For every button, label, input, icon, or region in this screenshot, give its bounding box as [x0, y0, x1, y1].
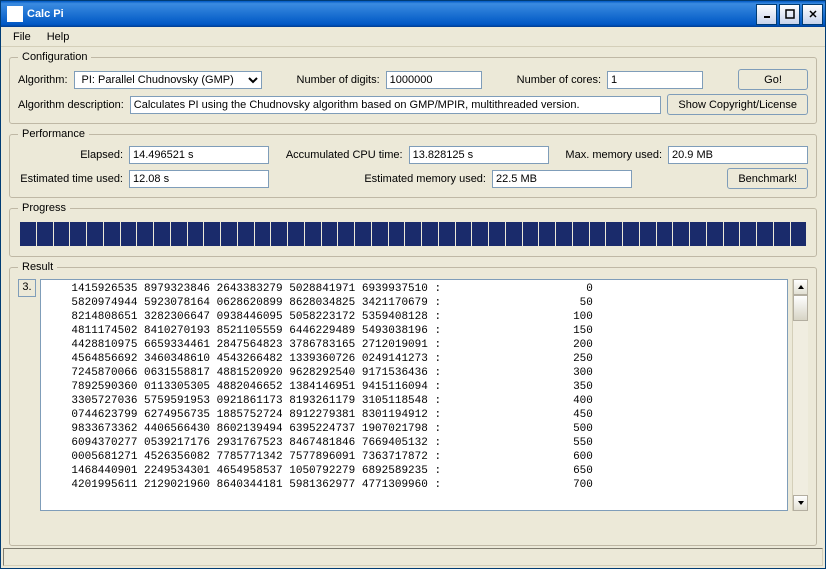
digits-input[interactable]	[386, 71, 482, 89]
titlebar: Calc Pi	[1, 1, 825, 27]
window-title: Calc Pi	[27, 8, 754, 20]
result-prefix: 3.	[18, 279, 36, 297]
cores-label: Number of cores:	[517, 74, 601, 86]
progress-legend: Progress	[18, 202, 70, 214]
menu-help[interactable]: Help	[39, 29, 78, 45]
cpu-time-field	[409, 146, 549, 164]
content: Configuration Algorithm: PI: Parallel Ch…	[1, 47, 825, 548]
elapsed-field	[129, 146, 269, 164]
performance-group: Performance Elapsed: Accumulated CPU tim…	[9, 128, 817, 198]
scroll-down-button[interactable]	[793, 495, 808, 511]
license-button[interactable]: Show Copyright/License	[667, 94, 808, 115]
cores-input[interactable]	[607, 71, 703, 89]
benchmark-button[interactable]: Benchmark!	[727, 168, 808, 189]
result-scrollbar[interactable]	[792, 279, 808, 511]
result-output[interactable]: 1415926535 8979323846 2643383279 5028841…	[40, 279, 788, 511]
close-button[interactable]	[802, 4, 823, 25]
configuration-legend: Configuration	[18, 51, 91, 63]
description-label: Algorithm description:	[18, 99, 124, 111]
est-time-label: Estimated time used:	[18, 173, 123, 185]
app-window: Calc Pi File Help Configuration Algorith…	[0, 0, 826, 569]
elapsed-label: Elapsed:	[18, 149, 123, 161]
progress-bar	[18, 220, 808, 248]
cpu-time-label: Accumulated CPU time:	[286, 149, 403, 161]
menu-file[interactable]: File	[5, 29, 39, 45]
scroll-thumb[interactable]	[793, 295, 808, 321]
statusbar	[3, 548, 823, 566]
scroll-up-button[interactable]	[793, 279, 808, 295]
algorithm-label: Algorithm:	[18, 74, 68, 86]
minimize-button[interactable]	[756, 4, 777, 25]
max-memory-field	[668, 146, 808, 164]
performance-legend: Performance	[18, 128, 89, 140]
scroll-track[interactable]	[793, 321, 808, 495]
go-button[interactable]: Go!	[738, 69, 808, 90]
est-time-field	[129, 170, 269, 188]
result-group: Result 3. 1415926535 8979323846 26433832…	[9, 261, 817, 546]
configuration-group: Configuration Algorithm: PI: Parallel Ch…	[9, 51, 817, 124]
description-field	[130, 96, 662, 114]
menubar: File Help	[1, 27, 825, 47]
max-memory-label: Max. memory used:	[565, 149, 662, 161]
result-legend: Result	[18, 261, 57, 273]
algorithm-select[interactable]: PI: Parallel Chudnovsky (GMP)	[74, 71, 262, 89]
digits-label: Number of digits:	[297, 74, 380, 86]
est-memory-label: Estimated memory used:	[364, 173, 486, 185]
maximize-button[interactable]	[779, 4, 800, 25]
progress-group: Progress	[9, 202, 817, 257]
est-memory-field	[492, 170, 632, 188]
app-icon	[7, 6, 23, 22]
